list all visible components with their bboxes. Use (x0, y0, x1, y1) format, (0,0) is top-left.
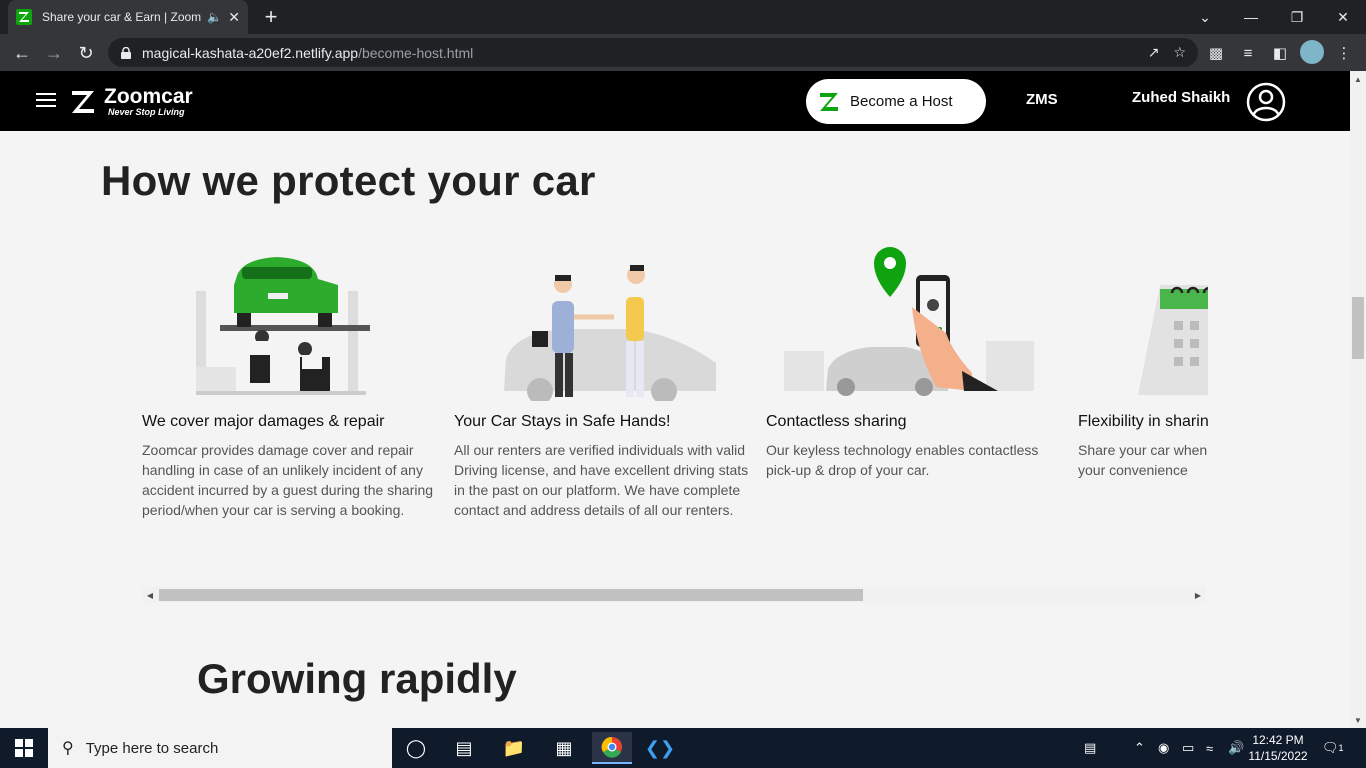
calendar-illustration (1138, 285, 1208, 395)
battery-icon[interactable]: ▭ (1182, 728, 1194, 768)
section-title: How we protect your car (101, 157, 596, 204)
taskbar-clock[interactable]: 12:42 PM 11/15/2022 (1246, 732, 1310, 764)
calculator-icon[interactable]: ▦ (544, 732, 584, 764)
news-widget-icon[interactable]: ▤ (1084, 728, 1096, 768)
card-title: Your Car Stays in Safe Hands! (454, 413, 671, 430)
hamburger-menu-icon[interactable] (36, 93, 56, 109)
reload-button[interactable]: ↻ (72, 39, 100, 67)
address-bar[interactable]: magical-kashata-a20ef2.netlify.app/becom… (108, 38, 1198, 67)
meet-now-icon[interactable]: ◉ (1158, 728, 1169, 768)
card-description: Share your car when not in your usage, a… (1078, 442, 1208, 478)
new-tab-button[interactable]: + (258, 4, 284, 30)
scroll-right-arrow-icon[interactable]: ▶ (1190, 587, 1206, 603)
task-view-icon[interactable]: ▤ (444, 732, 484, 764)
scroll-down-arrow-icon[interactable]: ▼ (1350, 712, 1366, 728)
file-explorer-icon[interactable]: 📁 (494, 732, 534, 764)
card-title: We cover major damages & repair (142, 413, 385, 430)
brand-name: Zoomcar (104, 85, 193, 108)
back-button[interactable]: ← (8, 39, 36, 67)
tab-close-icon[interactable]: ✕ (228, 9, 240, 26)
card-description: All our renters are verified individuals… (454, 442, 749, 518)
vscode-icon[interactable]: ❮❯ (640, 732, 680, 764)
search-icon: ⚲ (62, 740, 74, 757)
contactless-phone-illustration (784, 247, 1034, 396)
forward-button[interactable]: → (40, 39, 68, 67)
media-queue-icon[interactable]: ≡ (1236, 41, 1260, 65)
bookmark-star-icon[interactable]: ☆ (1173, 44, 1186, 61)
zoomcar-logo-icon (72, 91, 94, 113)
notifications-icon[interactable]: 🗨 1 (1322, 728, 1344, 768)
minimize-button[interactable]: — (1228, 0, 1274, 34)
browser-toolbar: ← → ↻ magical-kashata-a20ef2.netlify.app… (0, 34, 1366, 71)
extensions-puzzle-icon[interactable]: ▩ (1204, 41, 1228, 65)
card-title: Flexibility in sharing (1078, 413, 1208, 430)
wifi-icon[interactable]: ≈ (1206, 728, 1213, 768)
tab-audio-icon[interactable]: 🔈 (207, 10, 222, 24)
windows-logo-icon (15, 739, 33, 757)
page-scrollbar-thumb[interactable] (1352, 297, 1364, 359)
share-icon[interactable]: ↗ (1148, 44, 1160, 61)
page-scrollbar[interactable]: ▲ ▼ (1350, 71, 1366, 728)
notification-count: 1 (1338, 743, 1344, 753)
zms-link[interactable]: ZMS (1026, 91, 1058, 108)
card-description: Zoomcar provides damage cover and repair… (142, 442, 434, 518)
side-panel-icon[interactable]: ◧ (1268, 41, 1292, 65)
car-repair-illustration (196, 257, 370, 395)
card-description: Our keyless technology enables contactle… (766, 442, 1039, 478)
chrome-menu-icon[interactable]: ⋮ (1332, 41, 1356, 65)
carousel-scrollbar[interactable]: ◀ ▶ (142, 587, 1206, 603)
card-title: Contactless sharing (766, 413, 907, 430)
user-name[interactable]: Zuhed Shaikh (1132, 89, 1230, 106)
zoomcar-logo[interactable]: Zoomcar Never Stop Living (70, 85, 193, 117)
brand-tagline: Never Stop Living (108, 107, 185, 117)
growing-section-title: Growing rapidly (197, 655, 517, 702)
clock-time: 12:42 PM (1252, 733, 1304, 747)
scroll-left-arrow-icon[interactable]: ◀ (142, 587, 158, 603)
chrome-logo-icon (601, 736, 622, 758)
tab-title: Share your car & Earn | Zoomcar (42, 10, 202, 24)
restore-button[interactable]: ❐ (1274, 0, 1320, 34)
show-hidden-icons-chevron-icon[interactable]: ⌃ (1134, 728, 1145, 768)
windows-taskbar: ⚲ Type here to search ◯ ▤ 📁 ▦ ❮❯ ▤ ⌃ ◉ ▭… (0, 728, 1366, 768)
scrollbar-thumb[interactable] (159, 589, 863, 601)
zoomcar-green-icon (820, 92, 838, 111)
profile-avatar[interactable] (1300, 40, 1324, 64)
clock-date: 11/15/2022 (1248, 749, 1308, 763)
chrome-taskbar-icon[interactable] (592, 732, 632, 764)
become-host-button[interactable]: Become a Host (806, 79, 986, 124)
zoomcar-favicon-icon (16, 9, 32, 25)
cortana-icon[interactable]: ◯ (396, 732, 436, 764)
search-placeholder: Type here to search (85, 739, 219, 757)
volume-icon[interactable]: 🔊 (1228, 728, 1244, 768)
windows-start-button[interactable] (0, 728, 48, 768)
become-host-label: Become a Host (850, 93, 953, 110)
site-header: Zoomcar Never Stop Living Become a Host … (0, 71, 1350, 131)
tab-search-chevron-icon[interactable]: ⌄ (1182, 0, 1228, 34)
browser-tab-bar: Share your car & Earn | Zoomcar 🔈 ✕ + ⌄ … (0, 0, 1366, 34)
lock-icon (121, 46, 131, 59)
protection-carousel[interactable]: We cover major damages & repair Zoomcar … (142, 241, 1208, 541)
url-path: /become-host.html (358, 44, 474, 61)
handshake-illustration (504, 265, 716, 401)
page-viewport: Zoomcar Never Stop Living Become a Host … (0, 71, 1350, 728)
user-account-icon[interactable] (1246, 82, 1286, 122)
url-host: magical-kashata-a20ef2.netlify.app (142, 44, 359, 61)
taskbar-search-box[interactable]: ⚲ Type here to search (48, 728, 392, 768)
scroll-up-arrow-icon[interactable]: ▲ (1350, 71, 1366, 87)
browser-tab[interactable]: Share your car & Earn | Zoomcar 🔈 ✕ (8, 0, 248, 34)
close-window-button[interactable]: ✕ (1320, 0, 1366, 34)
